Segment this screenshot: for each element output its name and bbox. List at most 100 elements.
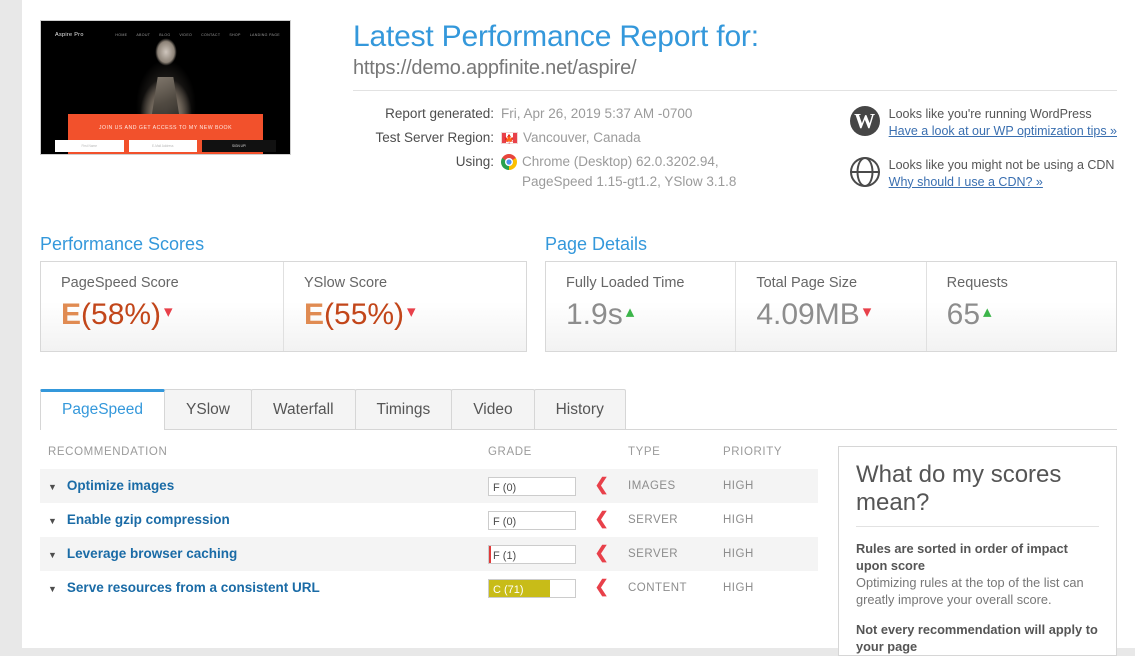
site-thumbnail[interactable]: Aspire Pro HOME ABOUT BLOG VIDEO CONTACT… (40, 20, 291, 155)
total-page-size-card[interactable]: Total Page Size 4.09MB ▾ (735, 261, 925, 351)
row-recommendation: ▼ Enable gzip compression (48, 511, 488, 529)
grade-bar-label: C (71) (493, 583, 524, 596)
report-url: https://demo.appfinite.net/aspire/ (353, 56, 637, 79)
row-type: SERVER (628, 547, 679, 560)
thumbnail-email-field: E-Mail Address (128, 140, 197, 152)
fully-loaded-time-card[interactable]: Fully Loaded Time 1.9s ▴ (546, 262, 735, 351)
card-value: 65 ▴ (947, 294, 1096, 333)
tab-timings[interactable]: Timings (354, 388, 453, 429)
meta-value-secondary: PageSpeed 1.15-gt1.2, YSlow 3.1.8 (522, 173, 737, 189)
chevron-down-icon[interactable]: ❮ (594, 543, 608, 562)
card-label: Total Page Size (756, 274, 858, 291)
thumbnail-nav-item: SHOP (229, 33, 241, 37)
row-type: IMAGES (628, 479, 676, 492)
thumbnail-signup-button: SIGN UP! (202, 140, 276, 152)
fully-loaded-time-value: 1.9s (566, 297, 623, 331)
recommendation-name[interactable]: Leverage browser caching (67, 546, 237, 561)
meta-label: Report generated: (385, 105, 494, 121)
chevron-down-icon[interactable]: ❮ (594, 509, 608, 528)
canada-flag-icon: 🍁 (501, 131, 518, 144)
row-recommendation: ▼ Serve resources from a consistent URL (48, 579, 488, 597)
expand-arrow-icon[interactable]: ▼ (48, 584, 57, 594)
recommendation-name[interactable]: Serve resources from a consistent URL (67, 580, 320, 595)
explainer-item-text: Optimizing rules at the top of the list … (856, 574, 1084, 607)
pagespeed-grade-percent: (58%) (81, 297, 162, 331)
meta-value-stack: Chrome (Desktop) 62.0.3202.94, PageSpeed… (522, 152, 736, 192)
row-priority: HIGH (723, 547, 754, 560)
thumbnail-nav-item: HOME (115, 33, 128, 37)
wordpress-icon: W (849, 105, 880, 136)
row-recommendation: ▼ Leverage browser caching (48, 545, 488, 563)
chrome-icon (501, 153, 517, 170)
grade-bar-label: F (0) (493, 481, 517, 494)
recommendations-table: RECOMMENDATION GRADE TYPE PRIORITY ▼ Opti… (40, 446, 818, 656)
requests-value: 65 (946, 297, 981, 331)
meta-test-server-region: Test Server Region: 🍁 Vancouver, Canada (353, 128, 736, 148)
expand-arrow-icon[interactable]: ▼ (48, 516, 57, 526)
recommendation-name[interactable]: Optimize images (67, 478, 174, 493)
tab-content: RECOMMENDATION GRADE TYPE PRIORITY ▼ Opti… (22, 445, 1135, 656)
requests-card[interactable]: Requests 65 ▴ (925, 261, 1116, 351)
grade-bar: F (0) (488, 510, 576, 530)
cdn-info-link[interactable]: Why should I use a CDN? » (889, 174, 1115, 191)
card-label: Fully Loaded Time (566, 274, 685, 291)
table-row[interactable]: ▼ Optimize images F (0) ❮ IMAGES HIGH (40, 468, 818, 503)
table-row[interactable]: ▼ Enable gzip compression F (0) ❮ SERVER … (40, 502, 818, 537)
recommendation-name[interactable]: Enable gzip compression (67, 512, 230, 527)
chevron-up-icon[interactable]: ▴ (626, 302, 635, 321)
page-details-heading: Page Details (545, 233, 648, 254)
notice-cdn: Looks like you might not be using a CDN … (849, 156, 1117, 191)
pagespeed-grade-letter: E (61, 297, 82, 331)
tab-bar: PageSpeed YSlow Waterfall Timings Video … (40, 388, 1117, 430)
card-label: Requests (946, 274, 1008, 291)
pagespeed-score-card[interactable]: PageSpeed Score E(58%) ▾ (41, 262, 283, 351)
report-header: Aspire Pro HOME ABOUT BLOG VIDEO CONTACT… (22, 0, 1135, 208)
chevron-down-icon[interactable]: ▾ (407, 302, 416, 321)
total-page-size-value: 4.09MB (756, 297, 860, 331)
header-divider (353, 89, 1117, 91)
card-value: E(55%) ▾ (304, 294, 506, 333)
row-recommendation: ▼ Optimize images (48, 477, 488, 495)
notice-text-wrap: Looks like you're running WordPress Have… (889, 106, 1117, 140)
thumbnail-nav-item: CONTACT (201, 33, 221, 37)
wp-optimization-tips-link[interactable]: Have a look at our WP optimization tips … (889, 123, 1117, 140)
tab-yslow[interactable]: YSlow (164, 388, 252, 429)
grade-bar-label: F (0) (493, 515, 517, 528)
tab-waterfall[interactable]: Waterfall (250, 388, 356, 429)
chevron-up-icon[interactable]: ▴ (983, 302, 992, 321)
grade-bar: C (71) (488, 578, 576, 598)
meta-value: Chrome (Desktop) 62.0.3202.94, (522, 153, 719, 169)
row-grade: C (71) ❮ (488, 577, 628, 598)
chevron-down-icon[interactable]: ▾ (164, 302, 173, 321)
notice-wordpress: W Looks like you're running WordPress Ha… (849, 105, 1117, 140)
header-main: Latest Performance Report for: https://d… (293, 20, 1135, 208)
chevron-down-icon[interactable]: ❮ (594, 577, 608, 596)
scores-explainer-heading: What do my scores mean? (856, 461, 1099, 527)
page-details-panel: Page Details Fully Loaded Time 1.9s ▴ Tot… (545, 234, 1117, 352)
yslow-grade-percent: (55%) (324, 297, 405, 331)
tab-pagespeed[interactable]: PageSpeed (40, 388, 166, 430)
globe-icon (849, 156, 880, 187)
notice-text: Looks like you might not be using a CDN (888, 157, 1115, 172)
chevron-down-icon[interactable]: ❮ (594, 475, 608, 494)
table-row[interactable]: ▼ Serve resources from a consistent URL C… (40, 570, 818, 605)
page-details-cards: Fully Loaded Time 1.9s ▴ Total Page Size … (545, 260, 1117, 352)
meta-row: Report generated: Fri, Apr 26, 2019 5:37… (353, 104, 1117, 208)
card-label: YSlow Score (304, 274, 388, 291)
expand-arrow-icon[interactable]: ▼ (48, 482, 57, 492)
tab-video[interactable]: Video (451, 388, 535, 429)
yslow-score-card[interactable]: YSlow Score E(55%) ▾ (283, 261, 526, 351)
table-header: RECOMMENDATION GRADE TYPE PRIORITY (40, 446, 818, 469)
chevron-down-icon[interactable]: ▾ (863, 302, 872, 321)
thumbnail-logo: Aspire Pro (55, 32, 84, 38)
row-grade: F (1) ❮ (488, 543, 628, 564)
scores-explainer-panel: What do my scores mean? Rules are sorted… (838, 445, 1117, 656)
performance-scores-cards: PageSpeed Score E(58%) ▾ YSlow Score E(55… (40, 260, 527, 352)
row-grade: F (0) ❮ (488, 475, 628, 496)
table-row[interactable]: ▼ Leverage browser caching F (1) ❮ SERVER… (40, 536, 818, 571)
tab-history[interactable]: History (533, 388, 626, 429)
card-value: E(58%) ▾ (61, 294, 263, 333)
expand-arrow-icon[interactable]: ▼ (48, 550, 57, 560)
row-priority: HIGH (723, 479, 754, 492)
meta-value-wrap: 🍁 Vancouver, Canada (501, 128, 641, 148)
